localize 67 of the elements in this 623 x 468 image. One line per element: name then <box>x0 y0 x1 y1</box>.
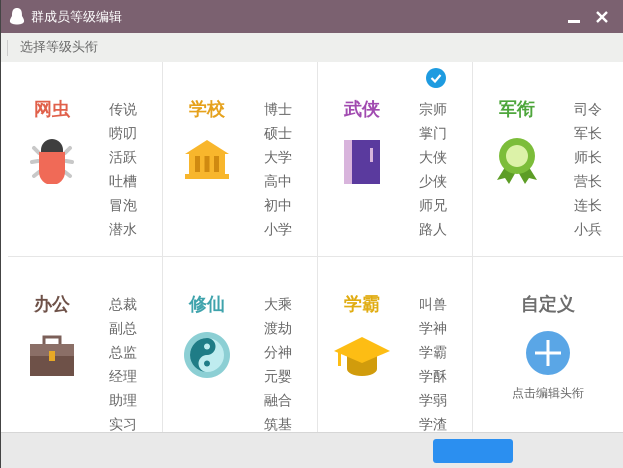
category-card[interactable]: 军衔 司令 军长 师长 营长 连长 小兵 <box>473 62 623 257</box>
close-icon[interactable] <box>596 10 608 22</box>
category-title: 修仙 <box>189 293 225 317</box>
level-title: 渡劫 <box>264 320 292 339</box>
level-title: 总监 <box>109 344 137 363</box>
section-label: 选择等级头衔 <box>7 40 98 56</box>
level-title: 活跃 <box>109 149 137 168</box>
level-title: 筑基 <box>264 416 292 432</box>
level-title: 大侠 <box>419 149 447 168</box>
level-title: 司令 <box>574 101 602 120</box>
level-title: 学酥 <box>419 368 447 387</box>
level-title: 学弱 <box>419 392 447 411</box>
level-title: 宗师 <box>419 101 447 120</box>
category-title: 办公 <box>34 293 70 317</box>
level-title: 小兵 <box>574 221 602 240</box>
level-title: 硕士 <box>264 125 292 144</box>
level-title: 少侠 <box>419 173 447 192</box>
category-title: 自定义 <box>521 293 575 317</box>
level-title: 学渣 <box>419 416 447 432</box>
category-card[interactable]: 武侠 宗师 掌门 大侠 少侠 师兄 路人 <box>318 62 473 257</box>
level-title: 助理 <box>109 392 137 411</box>
level-title: 潜水 <box>109 221 137 240</box>
level-title: 连长 <box>574 197 602 216</box>
level-title: 吐槽 <box>109 173 137 192</box>
level-title: 路人 <box>419 221 447 240</box>
level-title: 冒泡 <box>109 197 137 216</box>
level-title: 融合 <box>264 392 292 411</box>
window-title: 群成员等级编辑 <box>31 8 123 26</box>
category-title: 学霸 <box>344 293 380 317</box>
level-title: 总裁 <box>109 296 137 315</box>
confirm-button[interactable] <box>433 438 513 462</box>
penguin-icon <box>9 8 25 26</box>
category-card[interactable]: 修仙 大乘 渡劫 分神 元婴 融合 筑基 <box>163 257 318 432</box>
yin-yang-icon <box>183 331 231 379</box>
level-title: 元婴 <box>264 368 292 387</box>
level-title: 唠叨 <box>109 125 137 144</box>
level-title: 学神 <box>419 320 447 339</box>
category-card[interactable]: 办公 总裁 副总 总监 经理 助理 实习 <box>8 257 163 432</box>
edit-caption[interactable]: 点击编辑头衔 <box>512 385 584 402</box>
add-icon[interactable] <box>526 331 570 375</box>
category-title: 军衔 <box>499 98 535 122</box>
category-title: 武侠 <box>344 98 380 122</box>
level-title: 实习 <box>109 416 137 432</box>
level-title: 高中 <box>264 173 292 192</box>
level-title: 小学 <box>264 221 292 240</box>
category-title: 学校 <box>189 98 225 122</box>
level-title: 师长 <box>574 149 602 168</box>
level-title: 传说 <box>109 101 137 120</box>
category-title: 网虫 <box>34 98 70 122</box>
level-title: 师兄 <box>419 197 447 216</box>
level-title: 副总 <box>109 320 137 339</box>
level-title: 叫兽 <box>419 296 447 315</box>
category-card[interactable]: 网虫 传说 唠叨 活跃 吐槽 冒泡 潜水 <box>8 62 163 257</box>
level-title: 营长 <box>574 173 602 192</box>
bug-icon <box>28 136 76 184</box>
level-title: 军长 <box>574 125 602 144</box>
category-card[interactable]: 学霸 叫兽 学神 学霸 学酥 学弱 学渣 <box>318 257 473 432</box>
level-title: 学霸 <box>419 344 447 363</box>
level-title: 大乘 <box>264 296 292 315</box>
level-title: 大学 <box>264 149 292 168</box>
level-title: 掌门 <box>419 125 447 144</box>
level-title: 分神 <box>264 344 292 363</box>
category-card[interactable]: 学校 博士 硕士 大学 高中 初中 小学 <box>163 62 318 257</box>
level-title: 经理 <box>109 368 137 387</box>
level-title: 博士 <box>264 101 292 120</box>
category-card[interactable]: 自定义 点击编辑头衔 <box>473 257 623 432</box>
level-title: 初中 <box>264 197 292 216</box>
